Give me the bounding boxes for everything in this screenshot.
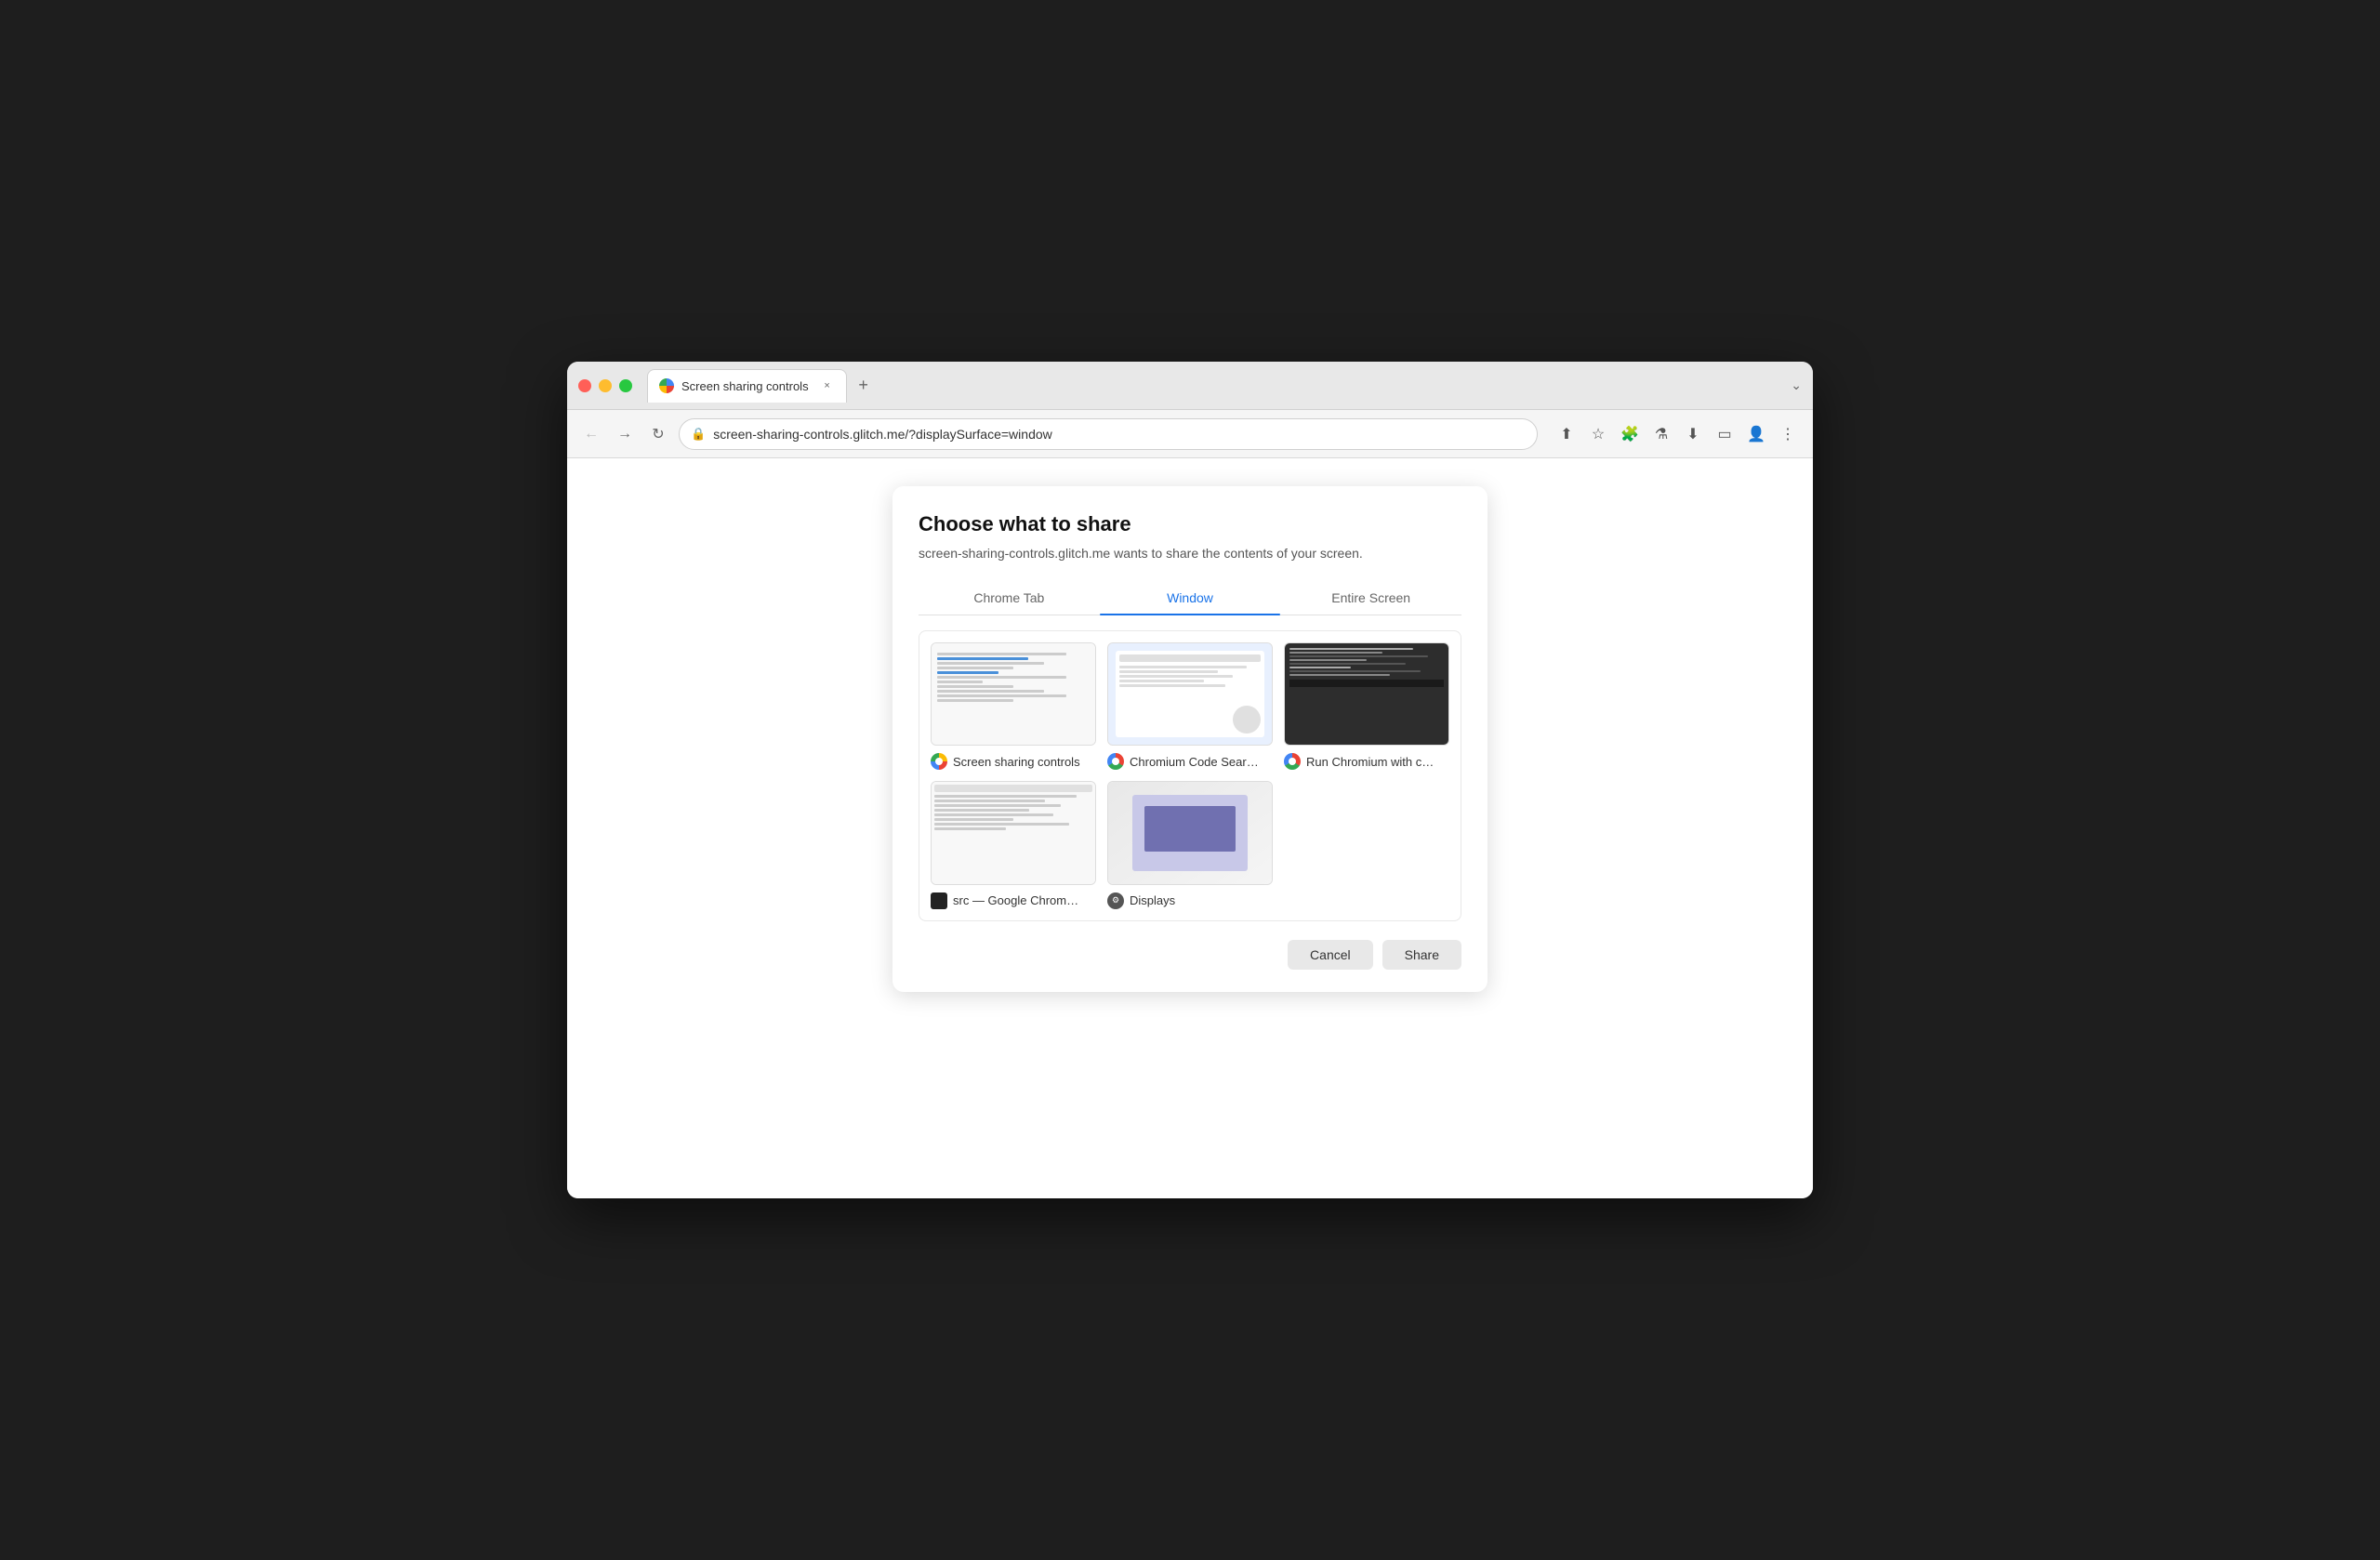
share-tabs: Chrome Tab Window Entire Screen — [919, 581, 1461, 615]
lock-icon: 🔒 — [691, 427, 706, 442]
window-label-text-4: src — Google Chrome... — [953, 893, 1083, 907]
tab-title: Screen sharing controls — [681, 379, 809, 393]
window-item-4[interactable]: src — Google Chrome... — [931, 781, 1096, 908]
new-tab-button[interactable]: + — [851, 373, 877, 399]
window-thumb-3 — [1284, 642, 1449, 746]
close-button[interactable] — [578, 379, 591, 392]
window-grid: Screen sharing controls — [919, 630, 1461, 921]
window-item-1[interactable]: Screen sharing controls — [931, 642, 1096, 770]
window-icon-3 — [1284, 753, 1301, 770]
window-item-5[interactable]: ⚙ Displays — [1107, 781, 1273, 908]
reload-button[interactable]: ↻ — [645, 421, 671, 447]
tab-chrome-tab[interactable]: Chrome Tab — [919, 581, 1100, 615]
address-bar: ← → ↻ 🔒 screen-sharing-controls.glitch.m… — [567, 410, 1813, 458]
tab-overflow-button[interactable]: ⌄ — [1791, 377, 1802, 393]
window-thumb-5 — [1107, 781, 1273, 884]
dialog-actions: Cancel Share — [919, 940, 1461, 970]
toolbar-icons: ⬆ ☆ 🧩 ⚗ ⬇ ▭ 👤 ⋮ — [1553, 420, 1802, 448]
share-button[interactable]: Share — [1382, 940, 1461, 970]
download-icon[interactable]: ⬇ — [1679, 420, 1707, 448]
tab-bar: Screen sharing controls × + ⌄ — [647, 369, 1802, 403]
minimize-button[interactable] — [599, 379, 612, 392]
split-icon[interactable]: ▭ — [1711, 420, 1739, 448]
window-thumb-4 — [931, 781, 1096, 884]
window-item-3[interactable]: Run Chromium with co... — [1284, 642, 1449, 770]
window-label-4: src — Google Chrome... — [931, 892, 1096, 909]
active-tab[interactable]: Screen sharing controls × — [647, 369, 847, 403]
tab-favicon — [659, 378, 674, 393]
window-label-text-1: Screen sharing controls — [953, 755, 1080, 769]
window-label-5: ⚙ Displays — [1107, 892, 1273, 909]
share-dialog: Choose what to share screen-sharing-cont… — [892, 486, 1488, 992]
title-bar: Screen sharing controls × + ⌄ — [567, 362, 1813, 410]
cancel-button[interactable]: Cancel — [1288, 940, 1373, 970]
window-item-2[interactable]: Chromium Code Searc... — [1107, 642, 1273, 770]
dialog-subtitle: screen-sharing-controls.glitch.me wants … — [919, 546, 1461, 561]
extensions-icon[interactable]: 🧩 — [1616, 420, 1644, 448]
window-thumb-2 — [1107, 642, 1273, 746]
url-text: screen-sharing-controls.glitch.me/?displ… — [713, 427, 1526, 442]
window-label-2: Chromium Code Searc... — [1107, 753, 1273, 770]
profile-icon[interactable]: 👤 — [1742, 420, 1770, 448]
window-icon-1 — [931, 753, 947, 770]
forward-button[interactable]: → — [612, 421, 638, 447]
share-page-icon[interactable]: ⬆ — [1553, 420, 1580, 448]
bookmark-icon[interactable]: ☆ — [1584, 420, 1612, 448]
window-thumb-1 — [931, 642, 1096, 746]
window-label-text-5: Displays — [1130, 893, 1175, 907]
window-label-text-3: Run Chromium with co... — [1306, 755, 1436, 769]
url-bar[interactable]: 🔒 screen-sharing-controls.glitch.me/?dis… — [679, 418, 1538, 450]
window-label-text-2: Chromium Code Searc... — [1130, 755, 1260, 769]
window-icon-4 — [931, 892, 947, 909]
back-button[interactable]: ← — [578, 421, 604, 447]
window-icon-5: ⚙ — [1107, 892, 1124, 909]
menu-icon[interactable]: ⋮ — [1774, 420, 1802, 448]
window-icon-2 — [1107, 753, 1124, 770]
browser-window: Screen sharing controls × + ⌄ ← → ↻ 🔒 sc… — [567, 362, 1813, 1198]
traffic-lights — [578, 379, 632, 392]
tab-close-button[interactable]: × — [820, 378, 835, 393]
window-label-3: Run Chromium with co... — [1284, 753, 1449, 770]
maximize-button[interactable] — [619, 379, 632, 392]
window-label-1: Screen sharing controls — [931, 753, 1096, 770]
dialog-title: Choose what to share — [919, 512, 1461, 536]
tab-window[interactable]: Window — [1100, 581, 1281, 615]
page-content: Choose what to share screen-sharing-cont… — [567, 458, 1813, 1198]
tab-entire-screen[interactable]: Entire Screen — [1280, 581, 1461, 615]
lab-icon[interactable]: ⚗ — [1647, 420, 1675, 448]
